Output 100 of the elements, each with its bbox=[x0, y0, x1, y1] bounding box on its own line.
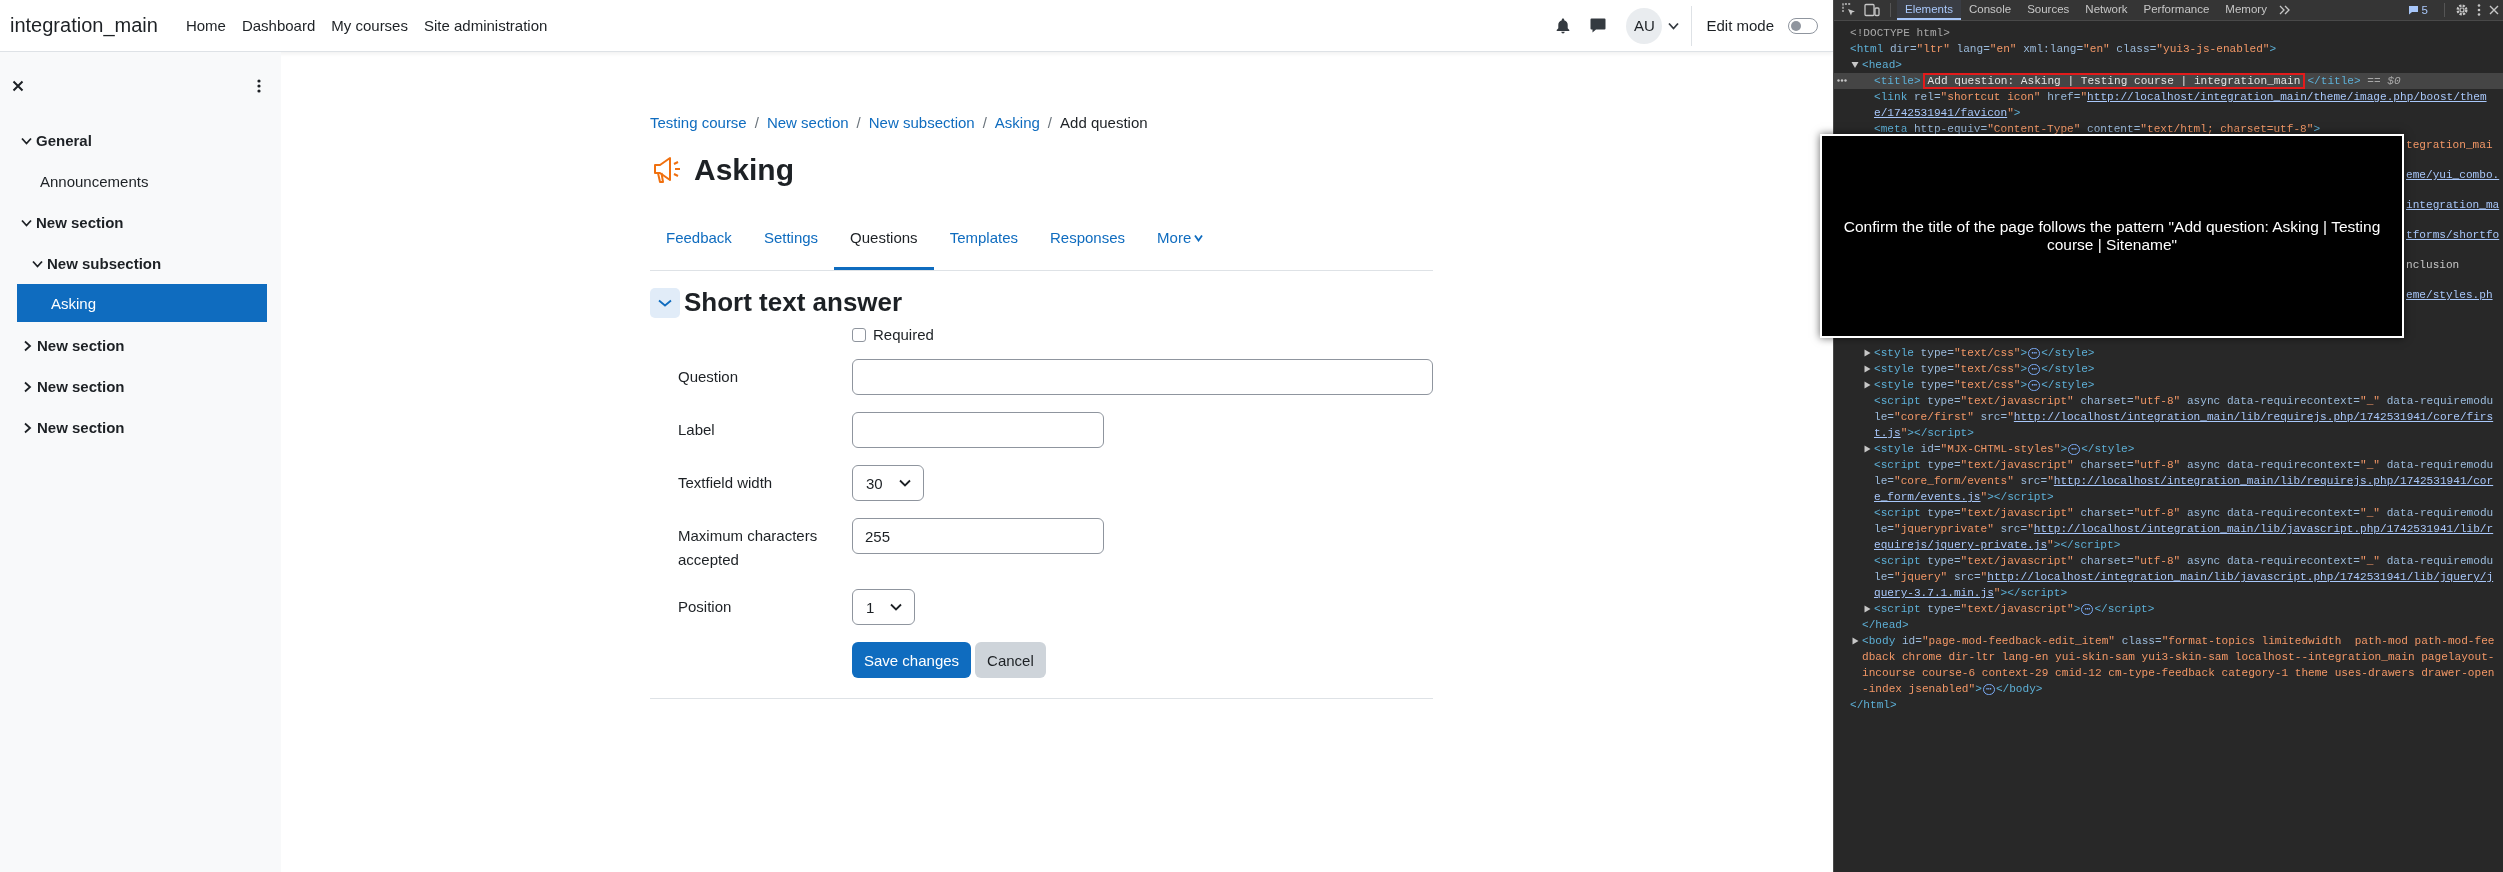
code-text: <script type="text/javascript"> ⋯ </script> bbox=[1874, 602, 2155, 617]
code-text: <meta http-equiv="Content-Type" content="text/html; charset=utf-8"> bbox=[1874, 122, 2321, 137]
breadcrumb-link[interactable]: New section bbox=[766, 114, 849, 131]
code-text: <style type="text/css"> ⋯ </style> bbox=[1874, 362, 2095, 377]
kebab-menu-icon[interactable] bbox=[2477, 4, 2481, 16]
field-label: Maximum characters accepted bbox=[678, 526, 819, 570]
section-heading: Short text answer bbox=[684, 287, 903, 318]
text-field[interactable] bbox=[852, 359, 1433, 395]
tab[interactable]: Questions bbox=[834, 207, 934, 270]
dom-node-row[interactable]: <head> bbox=[1834, 57, 2503, 73]
inspect-icon[interactable] bbox=[1842, 3, 1856, 17]
code-text: <body id="page-mod-feedback-edit_item" class="format-topics limitedwidth path-mod path-mod-feedback chrome dir-ltr lang-en yui-skin-sam yui3-skin-sam localhost--integration_main pagelayout-incourse course-6 context-29 cmid-12 cm-type-feedback category-1 theme uses-drawers drawer-open-index jsenabled"> ⋯ </body> bbox=[1862, 634, 2496, 697]
tab[interactable]: Feedback bbox=[650, 207, 748, 270]
tab[interactable]: More bbox=[1141, 207, 1220, 270]
activity-link[interactable]: Asking bbox=[17, 284, 267, 322]
section-link[interactable]: New section bbox=[37, 337, 125, 354]
text-field[interactable]: 255 bbox=[852, 518, 1104, 554]
devtools-tab[interactable]: Console bbox=[1960, 0, 2020, 20]
breadcrumb-link[interactable]: Testing course bbox=[650, 114, 747, 131]
section-link[interactable]: General bbox=[36, 132, 92, 149]
devtools-tab[interactable]: Network bbox=[2077, 0, 2136, 20]
close-icon[interactable] bbox=[12, 80, 24, 92]
code-text: <script type="text/javascript" charset="utf-8" async data-requirecontext="_" data-requiremodule="jqueryprivate" src="http://localhost/integration_main/lib/javascript.php/1742531941/lib/requirejs/jquery-private.js"></script> bbox=[1874, 506, 2495, 553]
dom-node-row[interactable]: <style id="MJX-CHTML-styles"> ⋯ </style> bbox=[1834, 441, 2503, 457]
field-label: Label bbox=[678, 420, 716, 440]
edit-mode-toggle[interactable] bbox=[1788, 17, 1818, 34]
kebab-menu-icon[interactable] bbox=[257, 79, 261, 93]
chevron-down-icon[interactable] bbox=[21, 218, 32, 227]
dom-node-row[interactable]: <meta http-equiv="Content-Type" content="text/html; charset=utf-8"> bbox=[1834, 121, 2503, 137]
dom-node-row[interactable]: <title> Add question: Asking | Testing course | integration_main </title> == $0 bbox=[1834, 73, 2503, 89]
page-title: Asking bbox=[694, 153, 795, 187]
devtools-tab[interactable]: Sources bbox=[2019, 0, 2078, 20]
nav-link[interactable]: Site administration bbox=[415, 17, 556, 34]
code-text: <head> bbox=[1862, 58, 1902, 73]
required-checkbox[interactable] bbox=[852, 327, 866, 342]
device-icon[interactable] bbox=[1864, 3, 1880, 17]
code-text: <!DOCTYPE html> bbox=[1850, 26, 1950, 41]
dom-node-row[interactable]: <style type="text/css"> ⋯ </style> bbox=[1834, 377, 2503, 393]
code-text: </head> bbox=[1862, 618, 1909, 633]
chevron-down-icon[interactable] bbox=[32, 259, 43, 268]
collapse-button[interactable] bbox=[650, 287, 680, 318]
breadcrumb-separator: / bbox=[856, 114, 861, 131]
code-text: tforms/shortfo bbox=[2406, 228, 2501, 243]
dom-node-row[interactable]: <style type="text/css"> ⋯ </style> bbox=[1834, 361, 2503, 377]
edit-mode-label: Edit mode bbox=[1706, 17, 1774, 34]
code-text: <script type="text/javascript" charset="utf-8" async data-requirecontext="_" data-requiremodule="core/first" src="http://localhost/integration_main/lib/requirejs.php/1742531941/core/first.js"></script> bbox=[1874, 394, 2495, 441]
user-avatar[interactable]: AU bbox=[1626, 7, 1663, 44]
bell-icon[interactable] bbox=[1556, 17, 1571, 34]
code-text: tegration_mai bbox=[2406, 138, 2494, 153]
breadcrumb-separator: / bbox=[982, 114, 987, 131]
section-link[interactable]: New subsection bbox=[47, 255, 162, 272]
code-text: nclusion bbox=[2406, 258, 2461, 273]
save-button[interactable]: Save changes bbox=[852, 642, 972, 678]
caret-icon[interactable] bbox=[1668, 21, 1680, 30]
dom-node-row[interactable]: <script type="text/javascript"> ⋯ </script> bbox=[1834, 601, 2503, 617]
tab[interactable]: Responses bbox=[1034, 207, 1142, 270]
code-text: integration_ma bbox=[2406, 198, 2501, 213]
breadcrumb-link[interactable]: New subsection bbox=[868, 114, 975, 131]
code-text: <script type="text/javascript" charset="utf-8" async data-requirecontext="_" data-requiremodule="core_form/events" src="http://localhost/integration_main/lib/requirejs.php/1742531941/core_form/events.js"></script> bbox=[1874, 458, 2495, 505]
section-link[interactable]: New section bbox=[36, 214, 124, 231]
dom-node-row[interactable]: <!DOCTYPE html> bbox=[1834, 25, 2503, 41]
site-name[interactable]: integration_main bbox=[10, 14, 158, 37]
code-text: </html> bbox=[1850, 698, 1897, 713]
code-text: <style type="text/css"> ⋯ </style> bbox=[1874, 378, 2095, 393]
text-field[interactable] bbox=[852, 412, 1104, 448]
tab[interactable]: Templates bbox=[933, 207, 1034, 270]
dots-icon[interactable] bbox=[1837, 79, 1847, 82]
nav-link[interactable]: My courses bbox=[323, 17, 416, 34]
code-text: eme/styles.ph bbox=[2406, 288, 2494, 303]
code-text: eme/yui_combo. bbox=[2406, 168, 2501, 183]
code-text: <script type="text/javascript" charset="utf-8" async data-requirecontext="_" data-requiremodule="jquery" src="http://localhost/integration_main/lib/javascript.php/1742531941/lib/jquery/jquery-3.7.1.min.js"></script> bbox=[1874, 554, 2495, 601]
select-field[interactable]: 1 bbox=[852, 589, 916, 625]
section-link[interactable]: New section bbox=[37, 419, 125, 436]
dom-node-row[interactable]: <html dir="ltr" lang="en" xml:lang="en" class="yui3-js-enabled"> bbox=[1834, 41, 2503, 57]
cancel-button[interactable]: Cancel bbox=[975, 642, 1046, 678]
breadcrumb-link[interactable]: Asking bbox=[994, 114, 1040, 131]
section-link[interactable]: New section bbox=[37, 378, 125, 395]
chevron-down-icon bbox=[890, 603, 903, 611]
nav-link[interactable]: Dashboard bbox=[233, 17, 324, 34]
more-tabs-icon[interactable] bbox=[2278, 5, 2291, 15]
activity-link[interactable]: Announcements bbox=[40, 173, 267, 190]
select-field[interactable]: 30 bbox=[852, 465, 924, 501]
chevron-down-icon bbox=[898, 479, 911, 487]
settings-icon[interactable] bbox=[2455, 3, 2469, 17]
code-text: <style type="text/css"> ⋯ </style> bbox=[1874, 346, 2095, 361]
nav-link[interactable]: Home bbox=[177, 17, 234, 34]
devtools-tab[interactable]: Performance bbox=[2135, 0, 2218, 20]
tab[interactable]: Settings bbox=[747, 207, 835, 270]
field-label: Textfield width bbox=[678, 473, 774, 493]
chat-icon[interactable] bbox=[1590, 18, 1607, 33]
chevron-down-icon[interactable] bbox=[21, 136, 32, 145]
devtools-tab[interactable]: Memory bbox=[2217, 0, 2275, 20]
code-text: <style id="MJX-CHTML-styles"> ⋯ </style> bbox=[1874, 442, 2135, 457]
breadcrumb-separator: / bbox=[754, 114, 759, 131]
overlay-message: Confirm the title of the page follows the pattern "Add question: Asking | Testing course | Sitename" bbox=[1842, 218, 2382, 254]
field-label: Question bbox=[678, 367, 740, 387]
code-text: <html dir="ltr" lang="en" xml:lang="en" class="yui3-js-enabled"> bbox=[1850, 42, 2277, 57]
dom-node-row[interactable]: <style type="text/css"> ⋯ </style> bbox=[1834, 345, 2503, 361]
issues-counter[interactable]: 5 bbox=[2407, 4, 2428, 16]
devtools-tab[interactable]: Elements bbox=[1897, 0, 1961, 20]
